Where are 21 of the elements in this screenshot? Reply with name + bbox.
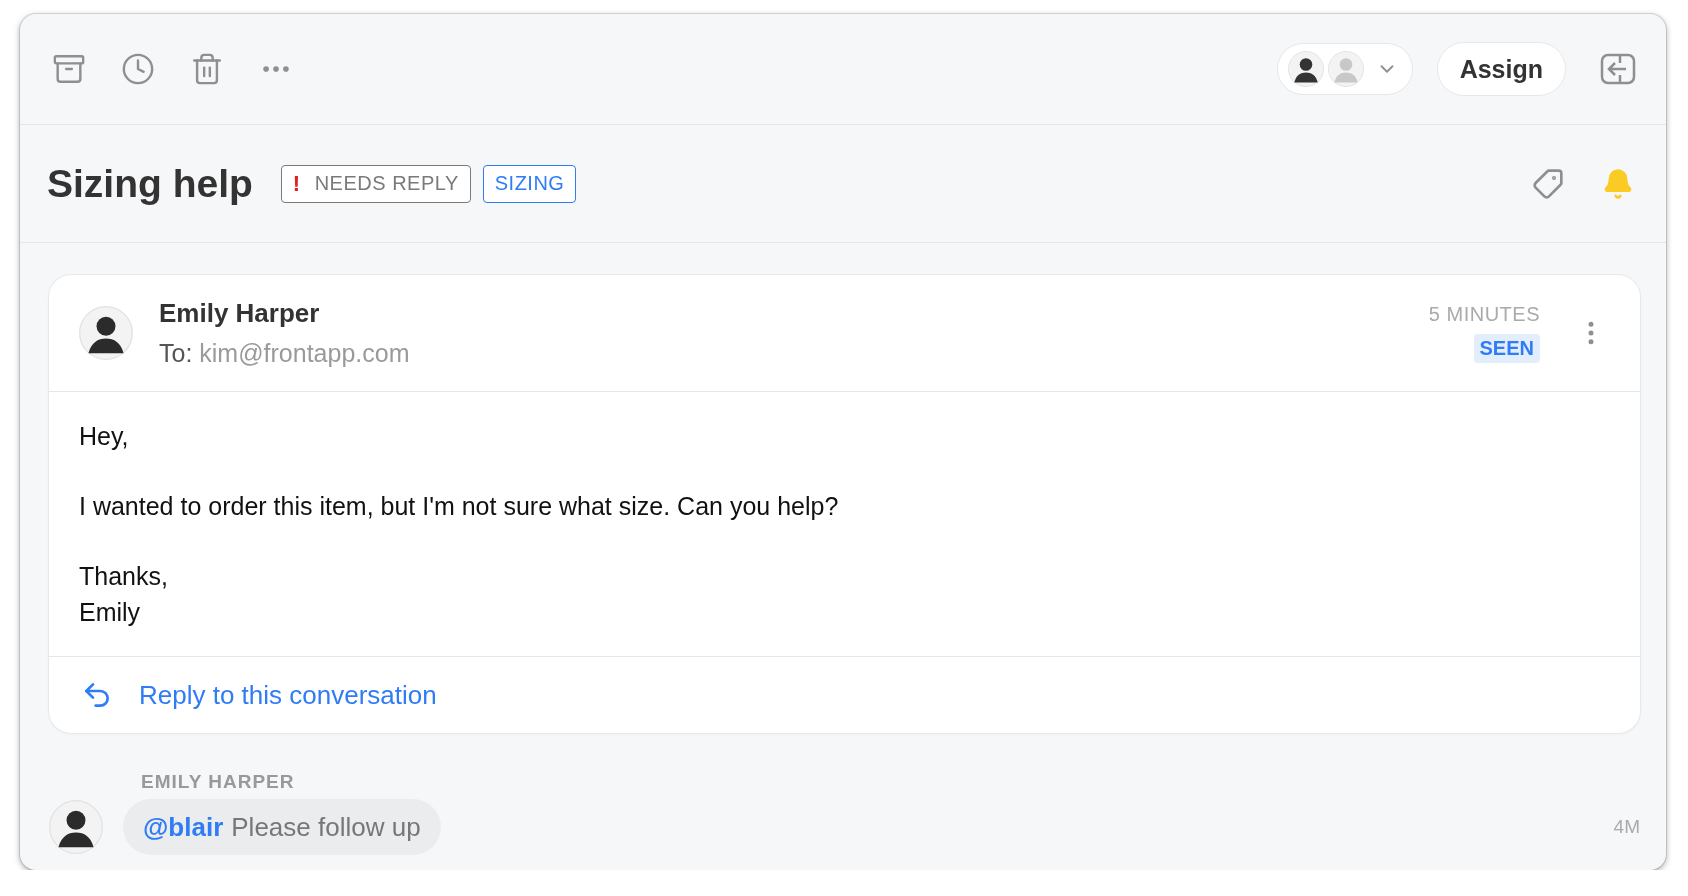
comment-avatar <box>49 800 103 854</box>
message-paragraph: Thanks, Emily <box>79 561 169 628</box>
avatar <box>1327 51 1364 87</box>
message-time: 5 MINUTES <box>1428 303 1540 326</box>
tag[interactable]: ! NEEDS REPLY <box>280 164 471 203</box>
comment-text: Please follow up <box>231 811 421 843</box>
comment-time: 4M <box>1613 816 1640 838</box>
reply-link[interactable]: Reply to this conversation <box>139 679 437 711</box>
conversation-title: Sizing help <box>47 161 253 206</box>
comment-author: EMILY HARPER <box>141 771 296 793</box>
mention-link[interactable]: @blair <box>143 811 224 843</box>
message-paragraph: I wanted to order this item, but I'm not sure what size. Can you help? <box>79 491 840 522</box>
tag[interactable]: SIZING <box>482 164 577 203</box>
assignee-selector[interactable] <box>1276 43 1413 95</box>
sender-name: Emily Harper <box>159 298 321 329</box>
assign-button[interactable]: Assign <box>1436 42 1566 96</box>
sender-avatar <box>79 306 133 360</box>
avatar <box>1287 51 1324 87</box>
seen-badge: SEEN <box>1473 334 1540 363</box>
recipient-line: To: kim@frontapp.com <box>159 339 411 368</box>
message-paragraph: Hey, <box>79 421 130 452</box>
